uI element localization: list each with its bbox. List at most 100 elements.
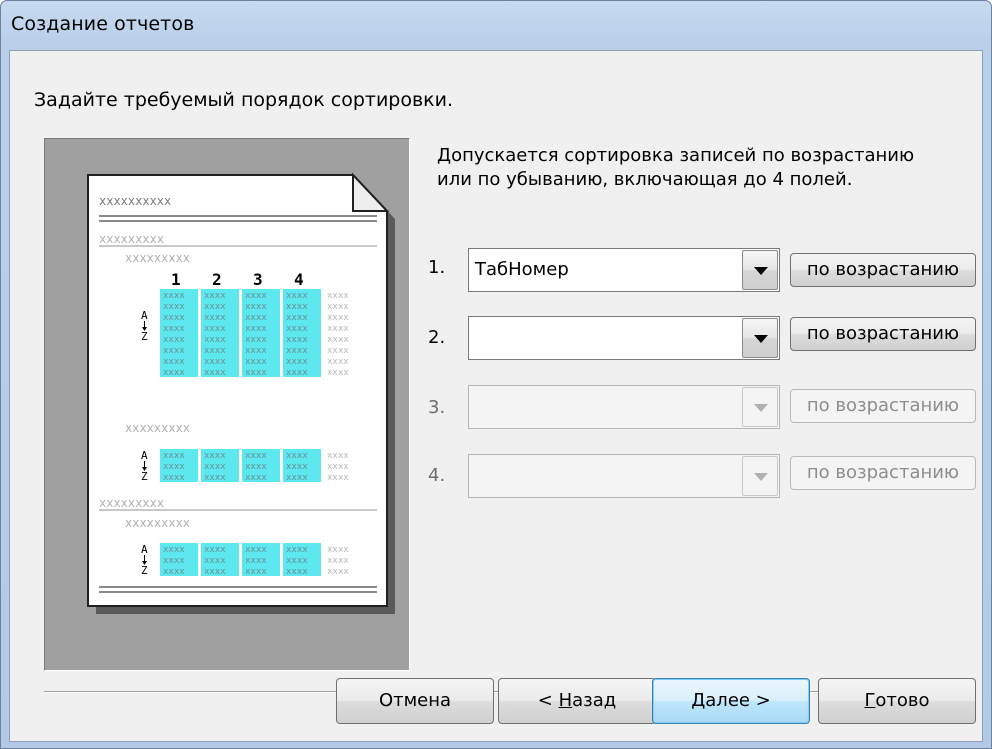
preview-cell-placeholder: xxxx	[204, 335, 226, 345]
preview-cell-placeholder: xxxx	[163, 473, 185, 483]
chevron-down-icon	[754, 473, 768, 481]
preview-col-number-3: 3	[253, 270, 263, 289]
preview-cell-placeholder: xxxx	[327, 324, 349, 334]
preview-subgroup2-placeholder: xxxxxxxxx	[125, 421, 190, 435]
sort-row-2-number: 2.	[428, 327, 446, 348]
report-preview-illustration: xxxxxxxxxx xxxxxxxxx xxxxxxxxx 1 2 3 4 x…	[87, 172, 395, 614]
sort-field-4-combo[interactable]	[468, 454, 780, 498]
preview-cell-placeholder: xxxx	[163, 451, 185, 461]
svg-text:Z: Z	[141, 330, 148, 343]
preview-cell-placeholder: xxxx	[245, 451, 267, 461]
preview-cell-placeholder: xxxx	[286, 545, 308, 555]
sort-description: Допускается сортировка записей по возрас…	[437, 144, 977, 192]
back-button-prefix: <	[537, 690, 559, 711]
next-button[interactable]: Далее >	[652, 678, 810, 724]
sort-row-1-number: 1.	[428, 257, 446, 278]
preview-cell-placeholder: xxxx	[204, 451, 226, 461]
sort-field-3-dropdown-button[interactable]	[742, 387, 778, 427]
title-bar[interactable]: Создание отчетов	[1, 1, 991, 49]
preview-cell-placeholder: xxxx	[163, 545, 185, 555]
preview-cell-placeholder: xxxx	[245, 473, 267, 483]
preview-cell-placeholder: xxxx	[163, 324, 185, 334]
preview-cell-placeholder: xxxx	[204, 302, 226, 312]
preview-cell-placeholder: xxxx	[327, 368, 349, 378]
svg-text:A: A	[141, 309, 148, 322]
sort-description-line1: Допускается сортировка записей по возрас…	[437, 145, 915, 166]
preview-cell-placeholder: xxxx	[163, 302, 185, 312]
preview-cell-placeholder: xxxx	[327, 473, 349, 483]
preview-col-number-4: 4	[294, 270, 304, 289]
preview-cell-placeholder: xxxx	[204, 545, 226, 555]
preview-cell-placeholder: xxxx	[204, 368, 226, 378]
preview-cell-placeholder: xxxx	[327, 313, 349, 323]
sort-field-1-dropdown-button[interactable]	[742, 250, 778, 290]
preview-cell-placeholder: xxxx	[327, 567, 349, 577]
step-prompt: Задайте требуемый порядок сортировки.	[34, 89, 454, 111]
preview-cell-placeholder: xxxx	[327, 451, 349, 461]
sort-field-4-dropdown-button[interactable]	[742, 456, 778, 496]
sort-description-line2: или по убыванию, включающая до 4 полей.	[437, 169, 853, 190]
preview-cell-placeholder: xxxx	[163, 368, 185, 378]
svg-text:Z: Z	[141, 470, 148, 483]
sort-order-4-button[interactable]: по возрастанию	[790, 456, 976, 490]
chevron-down-icon	[754, 335, 768, 343]
preview-cell-placeholder: xxxx	[327, 357, 349, 367]
preview-cell-placeholder: xxxx	[204, 556, 226, 566]
sort-field-3-combo[interactable]	[468, 385, 780, 429]
preview-cell-placeholder: xxxx	[286, 324, 308, 334]
preview-cell-placeholder: xxxx	[204, 473, 226, 483]
preview-cell-placeholder: xxxx	[245, 346, 267, 356]
preview-cell-placeholder: xxxx	[204, 291, 226, 301]
sort-preview-panel: xxxxxxxxxx xxxxxxxxx xxxxxxxxx 1 2 3 4 x…	[44, 138, 410, 671]
preview-subgroup1-placeholder: xxxxxxxxx	[125, 251, 190, 265]
preview-cell-placeholder: xxxx	[286, 335, 308, 345]
preview-cell-placeholder: xxxx	[245, 368, 267, 378]
cancel-button[interactable]: Отмена	[336, 678, 494, 724]
sort-order-2-button[interactable]: по возрастанию	[790, 317, 976, 351]
preview-cell-placeholder: xxxx	[286, 291, 308, 301]
chevron-down-icon	[754, 267, 768, 275]
preview-cell-placeholder: xxxx	[286, 346, 308, 356]
preview-cell-placeholder: xxxx	[245, 291, 267, 301]
preview-cell-placeholder: xxxx	[204, 313, 226, 323]
preview-col-number-1: 1	[171, 270, 181, 289]
preview-cell-placeholder: xxxx	[163, 556, 185, 566]
report-wizard-window: Создание отчетов Задайте требуемый поряд…	[0, 0, 992, 749]
preview-cell-placeholder: xxxx	[163, 335, 185, 345]
preview-cell-placeholder: xxxx	[286, 556, 308, 566]
svg-text:Z: Z	[141, 564, 148, 577]
preview-cell-placeholder: xxxx	[204, 324, 226, 334]
sort-order-1-button[interactable]: по возрастанию	[790, 253, 976, 287]
preview-title-placeholder: xxxxxxxxxx	[99, 194, 171, 208]
finish-button-accelerator: Г	[864, 690, 876, 711]
preview-cell-placeholder: xxxx	[204, 357, 226, 367]
preview-cell-placeholder: xxxx	[327, 346, 349, 356]
preview-cell-placeholder: xxxx	[286, 462, 308, 472]
sort-order-3-button[interactable]: по возрастанию	[790, 389, 976, 423]
preview-cell-placeholder: xxxx	[286, 357, 308, 367]
preview-cell-placeholder: xxxx	[286, 302, 308, 312]
preview-cell-placeholder: xxxx	[163, 357, 185, 367]
preview-cell-placeholder: xxxx	[245, 357, 267, 367]
preview-cell-placeholder: xxxx	[204, 567, 226, 577]
preview-group2-placeholder: xxxxxxxxx	[99, 496, 164, 510]
preview-cell-placeholder: xxxx	[245, 335, 267, 345]
preview-cell-placeholder: xxxx	[163, 462, 185, 472]
sort-field-1-value: ТабНомер	[475, 259, 569, 280]
finish-button[interactable]: Готово	[818, 678, 976, 724]
preview-cell-placeholder: xxxx	[327, 462, 349, 472]
sort-field-1-combo[interactable]: ТабНомер	[468, 248, 780, 292]
page-fold-icon	[352, 172, 390, 212]
preview-cell-placeholder: xxxx	[163, 313, 185, 323]
back-button[interactable]: < Назад	[498, 678, 656, 724]
preview-cell-placeholder: xxxx	[245, 556, 267, 566]
preview-detail-grid-3: xxxx xxxx xxxx xxxx xxxxxxxx xxxx xxxx xxxx xxxx…	[160, 543, 349, 577]
preview-cell-placeholder: xxxx	[163, 346, 185, 356]
preview-col-number-2: 2	[212, 270, 222, 289]
sort-field-2-dropdown-button[interactable]	[742, 318, 778, 358]
preview-cell-placeholder: xxxx	[204, 462, 226, 472]
sort-field-2-combo[interactable]	[468, 316, 780, 360]
preview-cell-placeholder: xxxx	[286, 451, 308, 461]
finish-button-label: отово	[875, 690, 930, 711]
next-button-accelerator: Д	[691, 690, 706, 711]
